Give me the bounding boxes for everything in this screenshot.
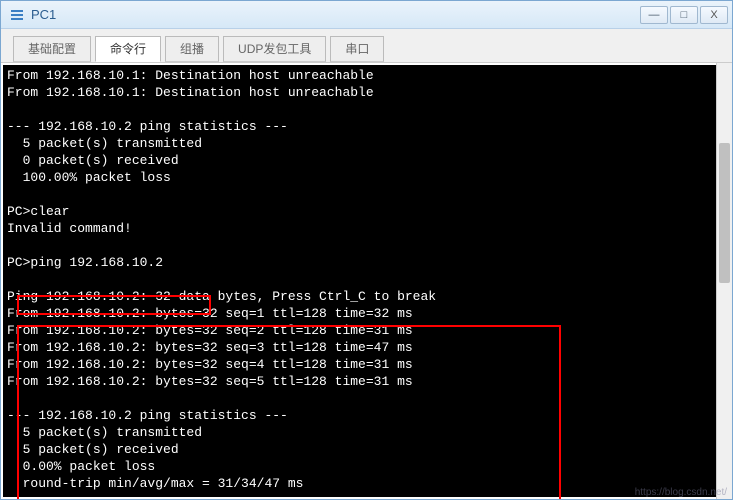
app-icon — [9, 7, 25, 23]
tab-udp-tool[interactable]: UDP发包工具 — [223, 36, 326, 62]
term-line: 100.00% packet loss — [7, 170, 171, 185]
term-line: PC>ping 192.168.10.2 — [7, 255, 163, 270]
tab-basic-config[interactable]: 基础配置 — [13, 36, 91, 62]
term-line: From 192.168.10.1: Destination host unre… — [7, 68, 374, 83]
term-line: From 192.168.10.2: bytes=32 seq=1 ttl=12… — [7, 306, 413, 321]
term-line: PC>clear — [7, 204, 69, 219]
term-line: 0 packet(s) received — [7, 153, 179, 168]
term-line: round-trip min/avg/max = 31/34/47 ms — [7, 476, 303, 491]
minimize-button[interactable]: — — [640, 6, 668, 24]
tab-row: 基础配置 命令行 组播 UDP发包工具 串口 — [1, 29, 732, 63]
window-buttons: — □ X — [640, 6, 728, 24]
scroll-thumb[interactable] — [719, 143, 730, 283]
app-window: PC1 — □ X 基础配置 命令行 组播 UDP发包工具 串口 From 19… — [0, 0, 733, 500]
term-line: --- 192.168.10.2 ping statistics --- — [7, 119, 288, 134]
term-line: --- 192.168.10.2 ping statistics --- — [7, 408, 288, 423]
scrollbar[interactable] — [716, 63, 732, 499]
term-line: 5 packet(s) received — [7, 442, 179, 457]
tab-multicast[interactable]: 组播 — [165, 36, 219, 62]
term-line: Invalid command! — [7, 221, 132, 236]
term-line: From 192.168.10.2: bytes=32 seq=5 ttl=12… — [7, 374, 413, 389]
titlebar[interactable]: PC1 — □ X — [1, 1, 732, 29]
tab-command-line[interactable]: 命令行 — [95, 36, 161, 62]
maximize-button[interactable]: □ — [670, 6, 698, 24]
term-line: From 192.168.10.2: bytes=32 seq=3 ttl=12… — [7, 340, 413, 355]
terminal-wrap: From 192.168.10.1: Destination host unre… — [1, 63, 732, 499]
term-line: Ping 192.168.10.2: 32 data bytes, Press … — [7, 289, 436, 304]
term-line: From 192.168.10.2: bytes=32 seq=2 ttl=12… — [7, 323, 413, 338]
window-title: PC1 — [31, 7, 640, 22]
close-button[interactable]: X — [700, 6, 728, 24]
term-line: 0.00% packet loss — [7, 459, 155, 474]
term-line: From 192.168.10.1: Destination host unre… — [7, 85, 374, 100]
terminal[interactable]: From 192.168.10.1: Destination host unre… — [3, 65, 730, 497]
tab-serial[interactable]: 串口 — [330, 36, 384, 62]
watermark: https://blog.csdn.net/ — [635, 487, 727, 498]
term-line: 5 packet(s) transmitted — [7, 425, 202, 440]
term-line: 5 packet(s) transmitted — [7, 136, 202, 151]
term-line: From 192.168.10.2: bytes=32 seq=4 ttl=12… — [7, 357, 413, 372]
